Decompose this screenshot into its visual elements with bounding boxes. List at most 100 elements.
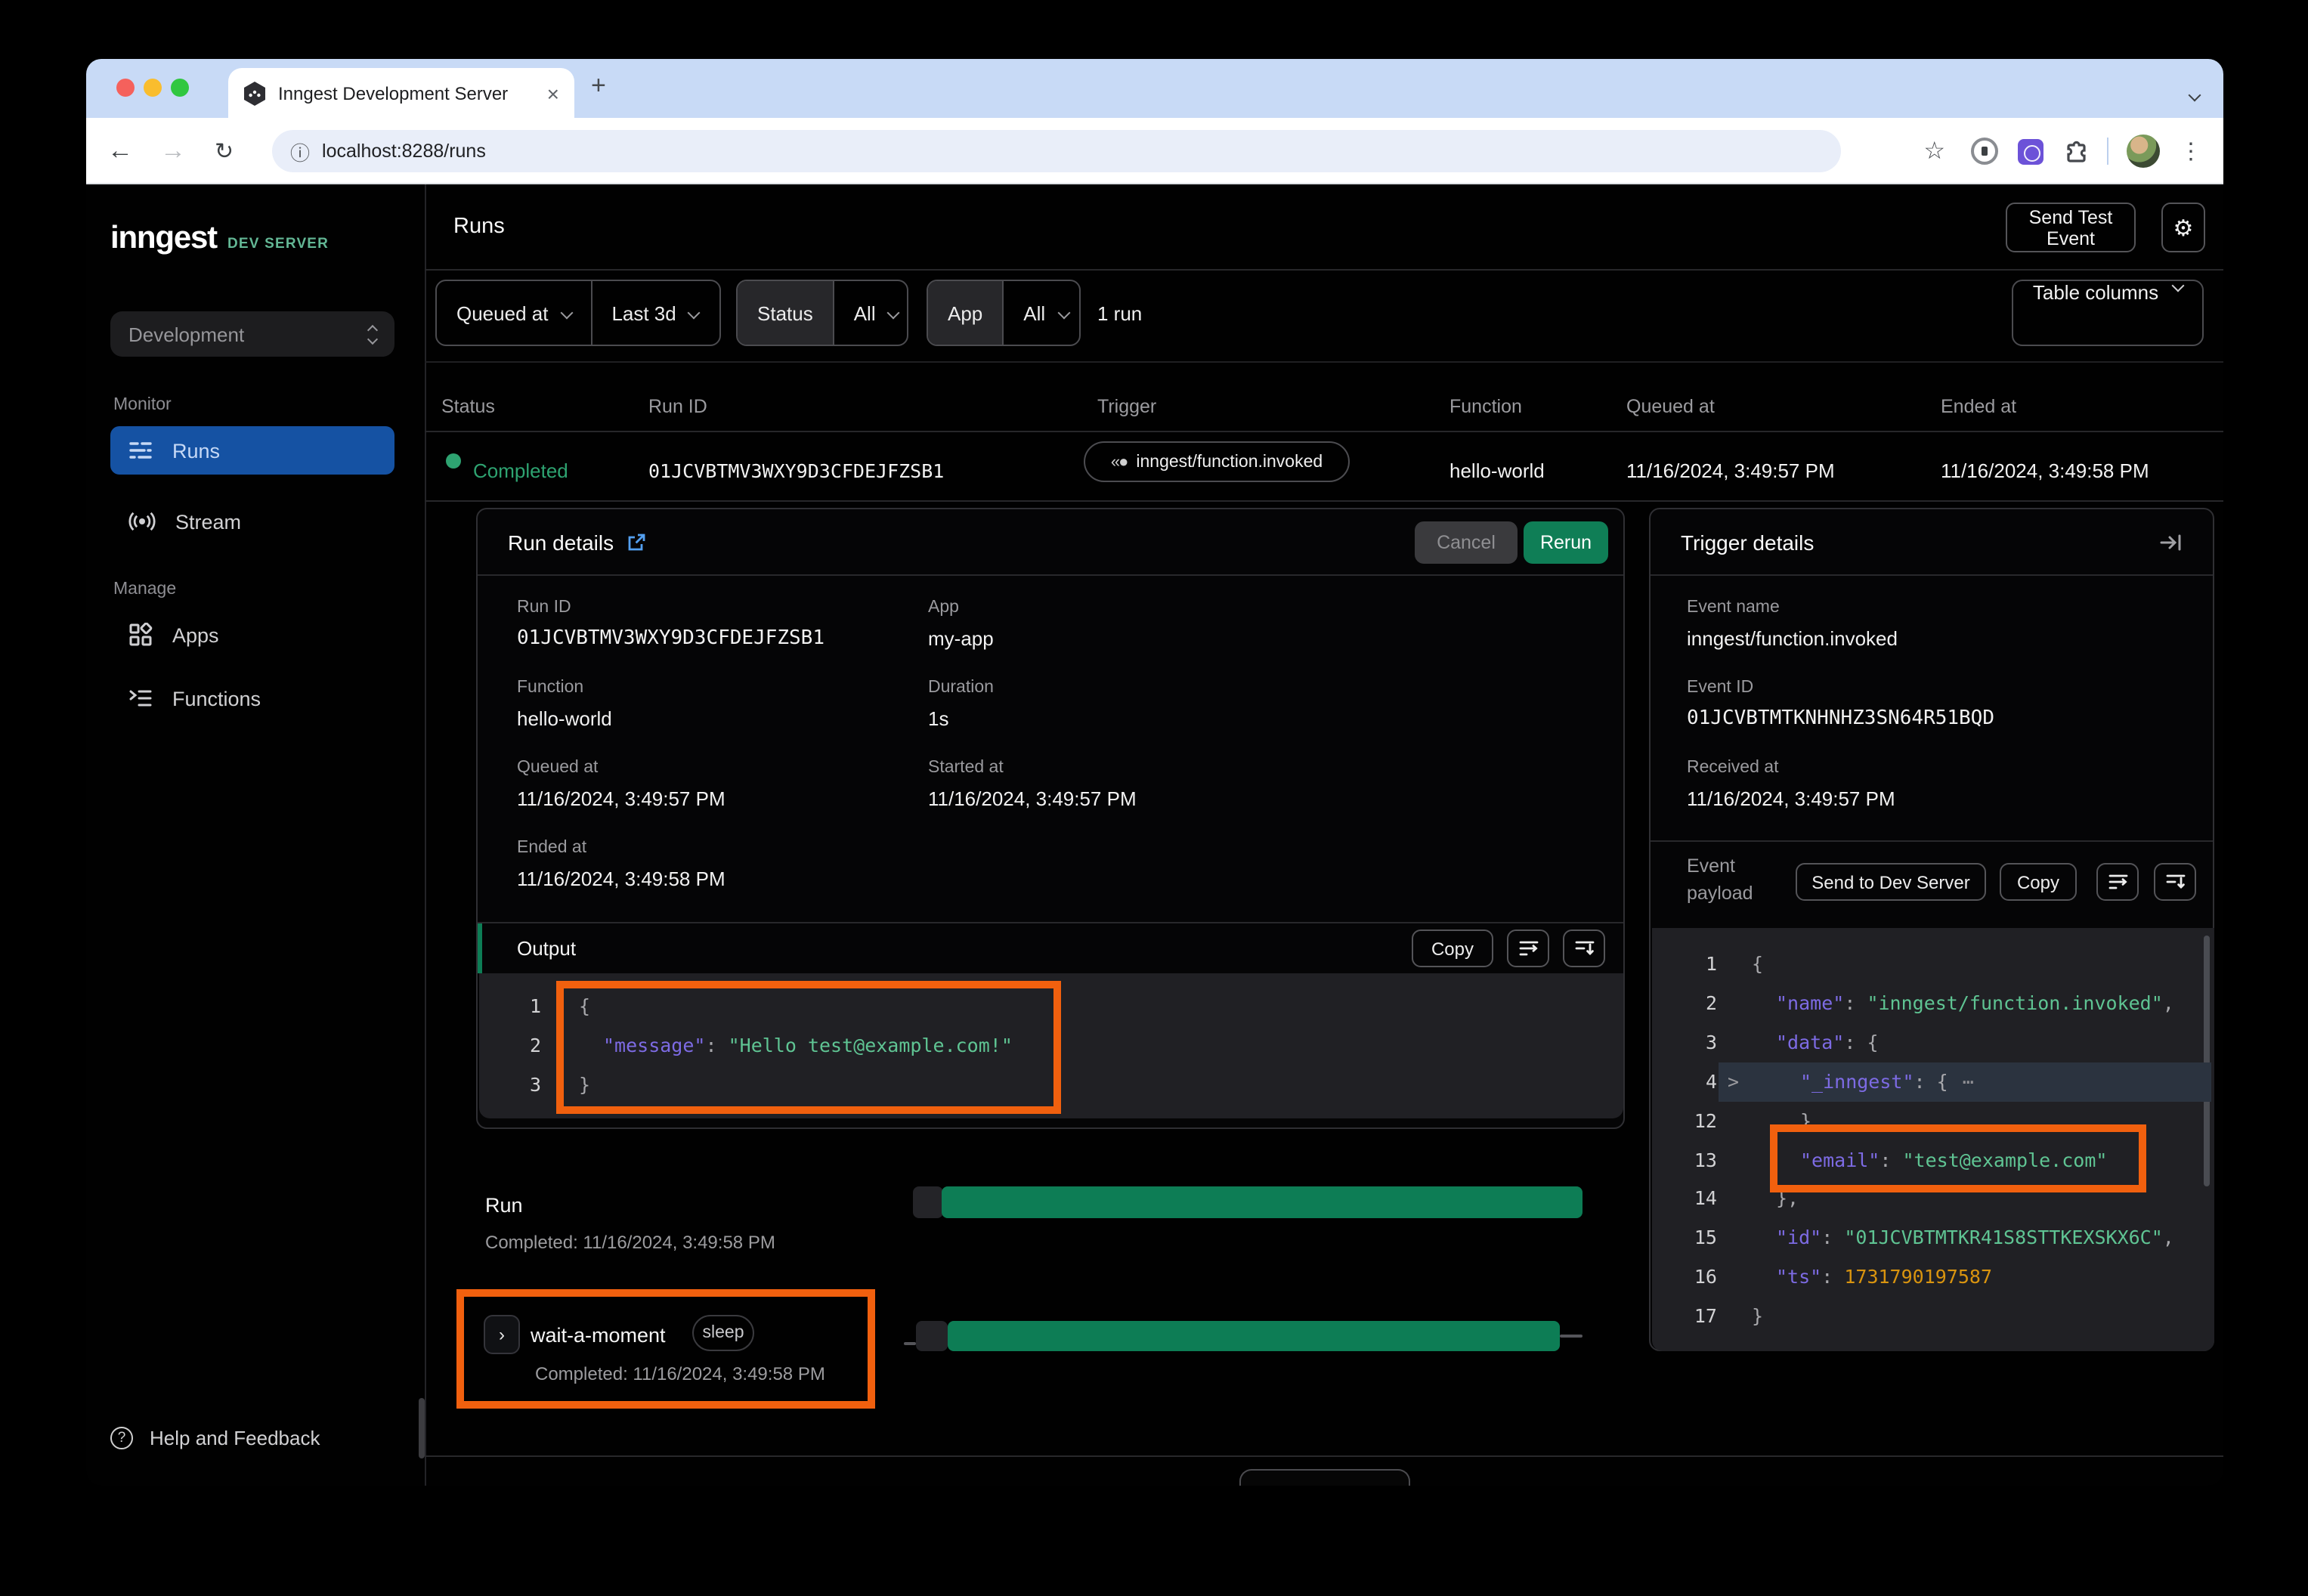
run-count: 1 run	[1097, 302, 1142, 325]
sidebar-item-runs[interactable]: Runs	[110, 426, 394, 475]
chevron-down-icon	[560, 307, 573, 320]
purple-extension-icon[interactable]	[2018, 138, 2043, 164]
code-line-4: 4>"_inngest": { ⋯	[1652, 1062, 2214, 1101]
cancel-button[interactable]: Cancel	[1415, 521, 1518, 564]
traffic-light-minimize[interactable]	[144, 79, 162, 97]
payload-scroll-to-bottom-icon[interactable]	[2154, 863, 2196, 901]
column-header-ended-at[interactable]: Ended at	[1941, 396, 2016, 417]
password-extension-icon[interactable]	[1971, 138, 1998, 165]
sidebar-scrollbar[interactable]	[419, 1398, 425, 1458]
column-header-run-id[interactable]: Run ID	[648, 396, 707, 417]
collapse-panel-icon[interactable]	[2160, 533, 2183, 551]
tab-close-icon[interactable]: ×	[547, 82, 559, 104]
logo-text: inngest	[110, 221, 217, 257]
logo-badge: DEV SERVER	[227, 236, 329, 252]
forward-icon[interactable]: →	[160, 135, 186, 165]
browser-toolbar: ← → ↻ ⓘ localhost:8288/runs ☆ ⋮	[86, 118, 2223, 184]
external-link-icon[interactable]	[627, 533, 645, 551]
partial-bottom-button[interactable]	[1239, 1469, 1410, 1486]
chevron-down-icon	[2172, 280, 2185, 292]
stream-broadcast-icon	[128, 511, 156, 532]
tab-title: Inngest Development Server	[278, 82, 535, 104]
address-bar[interactable]: ⓘ localhost:8288/runs	[272, 130, 1841, 172]
sidebar-item-label: Stream	[175, 510, 241, 533]
column-header-trigger[interactable]: Trigger	[1097, 396, 1156, 417]
step-queue-bar	[916, 1321, 948, 1351]
new-tab-button[interactable]: +	[591, 71, 606, 101]
function-link[interactable]: hello-world	[517, 704, 612, 735]
chevron-down-icon	[1057, 307, 1070, 320]
column-header-function[interactable]: Function	[1449, 396, 1522, 417]
field-duration: Duration 1s	[928, 677, 994, 735]
table-header-divider	[425, 431, 2223, 432]
status-filter-label: Status	[738, 281, 833, 345]
send-to-dev-server-button[interactable]: Send to Dev Server	[1796, 863, 1986, 901]
site-info-icon[interactable]: ⓘ	[290, 137, 310, 165]
profile-avatar[interactable]	[2127, 135, 2160, 168]
wrap-text-icon[interactable]	[1507, 929, 1549, 967]
annotation-box-wait-step	[456, 1289, 875, 1409]
column-header-status[interactable]: Status	[441, 396, 495, 417]
inngest-app: inngest DEV SERVER Development Monitor R…	[86, 184, 2223, 1486]
step-duration-bar[interactable]	[948, 1321, 1560, 1351]
runs-list-icon	[128, 438, 153, 462]
chevron-down-icon	[688, 307, 701, 320]
trace-bottom-divider	[425, 1455, 2223, 1457]
run-duration-bar[interactable]	[942, 1186, 1582, 1218]
browser-tab[interactable]: Inngest Development Server ×	[228, 68, 574, 118]
browser-menu-kebab-icon[interactable]: ⋮	[2180, 138, 2202, 165]
screenshot-stage: Inngest Development Server × + ← → ↻ ⓘ l…	[0, 0, 2308, 1596]
status-filter[interactable]: Status All	[736, 280, 908, 346]
extensions-puzzle-icon[interactable]	[2063, 138, 2089, 164]
annotation-box-output-json	[556, 981, 1061, 1114]
browser-tabstrip: Inngest Development Server × +	[86, 59, 2223, 118]
question-mark-icon: ?	[110, 1427, 133, 1449]
favicon-inngest-icon	[243, 81, 266, 105]
reload-icon[interactable]: ↻	[215, 137, 234, 164]
traffic-light-maximize[interactable]	[171, 79, 189, 97]
code-line-17: 17}	[1652, 1297, 2214, 1336]
field-started-at: Started at 11/16/2024, 3:49:57 PM	[928, 757, 1137, 815]
rerun-button[interactable]: Rerun	[1524, 521, 1608, 564]
sidebar-item-functions[interactable]: Functions	[110, 674, 394, 722]
payload-wrap-text-icon[interactable]	[2096, 863, 2139, 901]
sidebar-section-manage: Manage	[113, 580, 176, 598]
sidebar-section-monitor: Monitor	[113, 396, 172, 414]
app-filter[interactable]: App All	[927, 280, 1081, 346]
time-range-value: Last 3d	[611, 302, 676, 324]
sidebar-item-stream[interactable]: Stream	[110, 497, 394, 546]
functions-list-icon	[128, 688, 153, 709]
app-link[interactable]: my-app	[928, 624, 994, 654]
bookmark-star-icon[interactable]: ☆	[1923, 136, 1945, 166]
output-copy-button[interactable]: Copy	[1412, 929, 1493, 967]
timeline-run-label: Run	[485, 1194, 523, 1217]
back-icon[interactable]: ←	[107, 135, 133, 165]
collapse-chevron-icon[interactable]: >	[1728, 1062, 1739, 1101]
traffic-light-close[interactable]	[116, 79, 135, 97]
table-columns-button[interactable]: Table columns	[2012, 280, 2204, 346]
row-run-id[interactable]: 01JCVBTMV3WXY9D3CFDEJFZSB1	[648, 459, 944, 482]
column-header-queued-at[interactable]: Queued at	[1626, 396, 1715, 417]
page-title: Runs	[453, 215, 505, 239]
step-track-left	[904, 1342, 916, 1345]
toolbar-divider	[2107, 138, 2108, 165]
event-payload-title: Event payload	[1687, 852, 1753, 907]
send-test-event-button[interactable]: Send Test Event	[2006, 203, 2136, 252]
settings-gear-icon[interactable]: ⚙	[2161, 203, 2205, 252]
trigger-details-header: Trigger details	[1651, 509, 2213, 576]
code-line-2: 2"name": "inngest/function.invoked",	[1652, 984, 2214, 1023]
help-and-feedback[interactable]: ? Help and Feedback	[110, 1427, 320, 1449]
payload-copy-button[interactable]: Copy	[2000, 863, 2077, 901]
sidebar-item-apps[interactable]: Apps	[110, 611, 394, 659]
environment-selector[interactable]: Development	[110, 311, 394, 357]
field-function: Function hello-world	[517, 677, 612, 735]
filters-divider	[425, 361, 2223, 363]
scroll-to-bottom-icon[interactable]	[1563, 929, 1605, 967]
field-ended-at: Ended at 11/16/2024, 3:49:58 PM	[517, 837, 726, 895]
tab-search-chevron-icon[interactable]	[2190, 80, 2199, 107]
field-received-at: Received at 11/16/2024, 3:49:57 PM	[1687, 757, 1895, 815]
row-ended-at: 11/16/2024, 3:49:58 PM	[1941, 459, 2149, 482]
row-trigger-badge[interactable]: «● inngest/function.invoked	[1084, 441, 1350, 482]
field-event-id: Event ID 01JCVBTMTKNHNHZ3SN64R51BQD	[1687, 677, 1994, 735]
time-filter[interactable]: Queued at Last 3d	[435, 280, 721, 346]
